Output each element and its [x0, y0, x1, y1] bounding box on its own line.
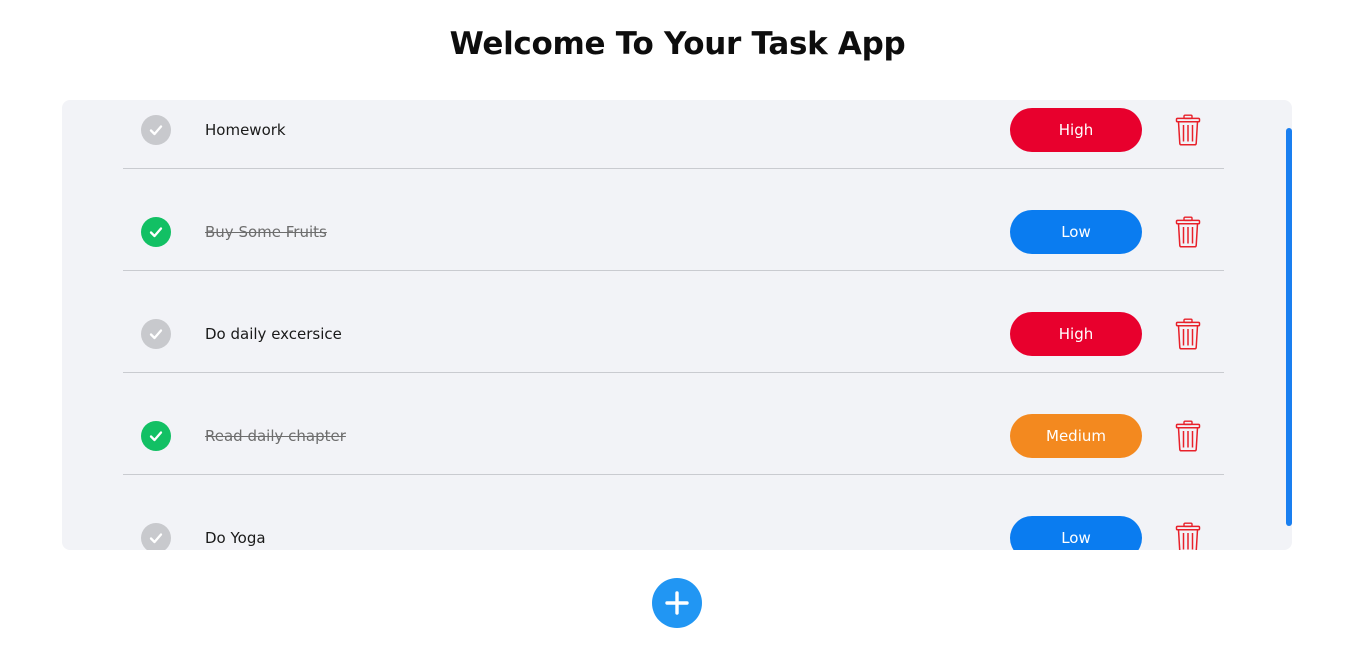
task-row: Do Yoga Low — [123, 508, 1224, 550]
check-icon — [149, 329, 163, 340]
delete-task-button[interactable] — [1174, 114, 1202, 146]
task-complete-toggle[interactable] — [141, 217, 171, 247]
task-complete-toggle[interactable] — [141, 319, 171, 349]
priority-badge[interactable]: High — [1010, 312, 1142, 356]
task-list-panel[interactable]: Homework High Buy Some Fruits Low Do daily e… — [62, 100, 1292, 550]
add-task-button[interactable] — [652, 578, 702, 628]
priority-badge[interactable]: Low — [1010, 516, 1142, 550]
task-row: Buy Some Fruits Low — [123, 202, 1224, 271]
trash-icon — [1175, 420, 1201, 452]
check-icon — [149, 431, 163, 442]
task-text: Read daily chapter — [205, 427, 346, 445]
task-text: Homework — [205, 121, 286, 139]
trash-icon — [1175, 216, 1201, 248]
task-row: Homework High — [123, 100, 1224, 169]
trash-icon — [1175, 114, 1201, 146]
priority-badge[interactable]: Low — [1010, 210, 1142, 254]
delete-task-button[interactable] — [1174, 216, 1202, 248]
delete-task-button[interactable] — [1174, 318, 1202, 350]
task-complete-toggle[interactable] — [141, 523, 171, 550]
trash-icon — [1175, 522, 1201, 550]
task-complete-toggle[interactable] — [141, 115, 171, 145]
task-text: Do daily excersice — [205, 325, 342, 343]
page-title: Welcome To Your Task App — [449, 26, 906, 62]
row-divider — [123, 372, 1224, 373]
task-row: Read daily chapter Medium — [123, 406, 1224, 475]
task-row: Do daily excersice High — [123, 304, 1224, 373]
check-icon — [149, 125, 163, 136]
row-divider — [123, 474, 1224, 475]
scrollbar[interactable] — [1286, 128, 1292, 526]
task-complete-toggle[interactable] — [141, 421, 171, 451]
row-divider — [123, 270, 1224, 271]
delete-task-button[interactable] — [1174, 420, 1202, 452]
trash-icon — [1175, 318, 1201, 350]
check-icon — [149, 227, 163, 238]
task-text: Do Yoga — [205, 529, 266, 547]
priority-badge[interactable]: Medium — [1010, 414, 1142, 458]
row-divider — [123, 168, 1224, 169]
delete-task-button[interactable] — [1174, 522, 1202, 550]
priority-badge[interactable]: High — [1010, 108, 1142, 152]
check-icon — [149, 533, 163, 544]
task-text: Buy Some Fruits — [205, 223, 327, 241]
plus-icon — [665, 591, 689, 615]
